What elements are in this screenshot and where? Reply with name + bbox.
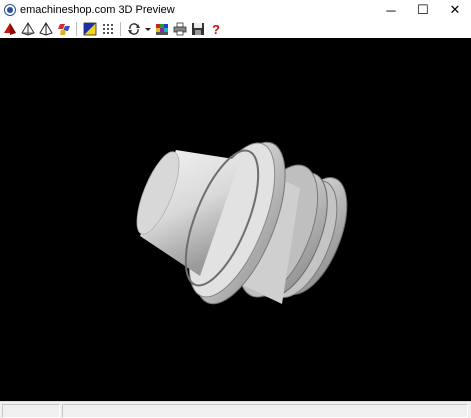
blue-yellow-triangle-icon xyxy=(83,22,97,36)
floppy-disk-icon xyxy=(192,23,204,35)
dropdown-arrow-icon xyxy=(145,28,151,31)
toolbar-separator xyxy=(120,22,121,36)
shaded-view-button[interactable] xyxy=(2,21,18,37)
status-bar xyxy=(0,401,471,418)
printer-icon xyxy=(173,22,187,36)
title-bar: emachineshop.com 3D Preview ─ ☐ ✕ xyxy=(0,0,471,20)
multi-view-button[interactable] xyxy=(56,21,72,37)
rotate-button[interactable] xyxy=(126,21,142,37)
toolbar-separator xyxy=(76,22,77,36)
minimize-button[interactable]: ─ xyxy=(375,0,407,20)
wireframe-pyramid-icon xyxy=(21,22,35,36)
rotate-dropdown-button[interactable] xyxy=(144,21,152,37)
3d-viewport[interactable] xyxy=(0,38,471,401)
hidden-line-view-button[interactable] xyxy=(38,21,54,37)
palette-button[interactable] xyxy=(154,21,170,37)
help-question-icon: ? xyxy=(212,21,220,37)
help-button[interactable]: ? xyxy=(208,21,224,37)
status-pane-left xyxy=(2,404,60,418)
red-pyramid-icon xyxy=(4,23,16,35)
status-pane-main xyxy=(62,404,468,418)
color-button[interactable] xyxy=(82,21,98,37)
emachineshop-globe-icon[interactable] xyxy=(4,4,16,16)
color-palette-icon xyxy=(156,24,168,35)
window-controls: ─ ☐ ✕ xyxy=(375,0,471,20)
dot-grid-icon xyxy=(103,24,113,34)
window-title: emachineshop.com 3D Preview xyxy=(20,4,175,16)
grid-points-button[interactable] xyxy=(100,21,116,37)
maximize-button[interactable]: ☐ xyxy=(407,0,439,20)
outline-pyramid-icon xyxy=(39,22,53,36)
close-button[interactable]: ✕ xyxy=(439,0,471,20)
rotate-arrows-icon xyxy=(128,23,140,35)
toolbar: ? xyxy=(0,20,471,38)
wireframe-view-button[interactable] xyxy=(20,21,36,37)
print-button[interactable] xyxy=(172,21,188,37)
save-button[interactable] xyxy=(190,21,206,37)
color-blocks-icon xyxy=(58,24,70,35)
part-model xyxy=(136,141,348,305)
